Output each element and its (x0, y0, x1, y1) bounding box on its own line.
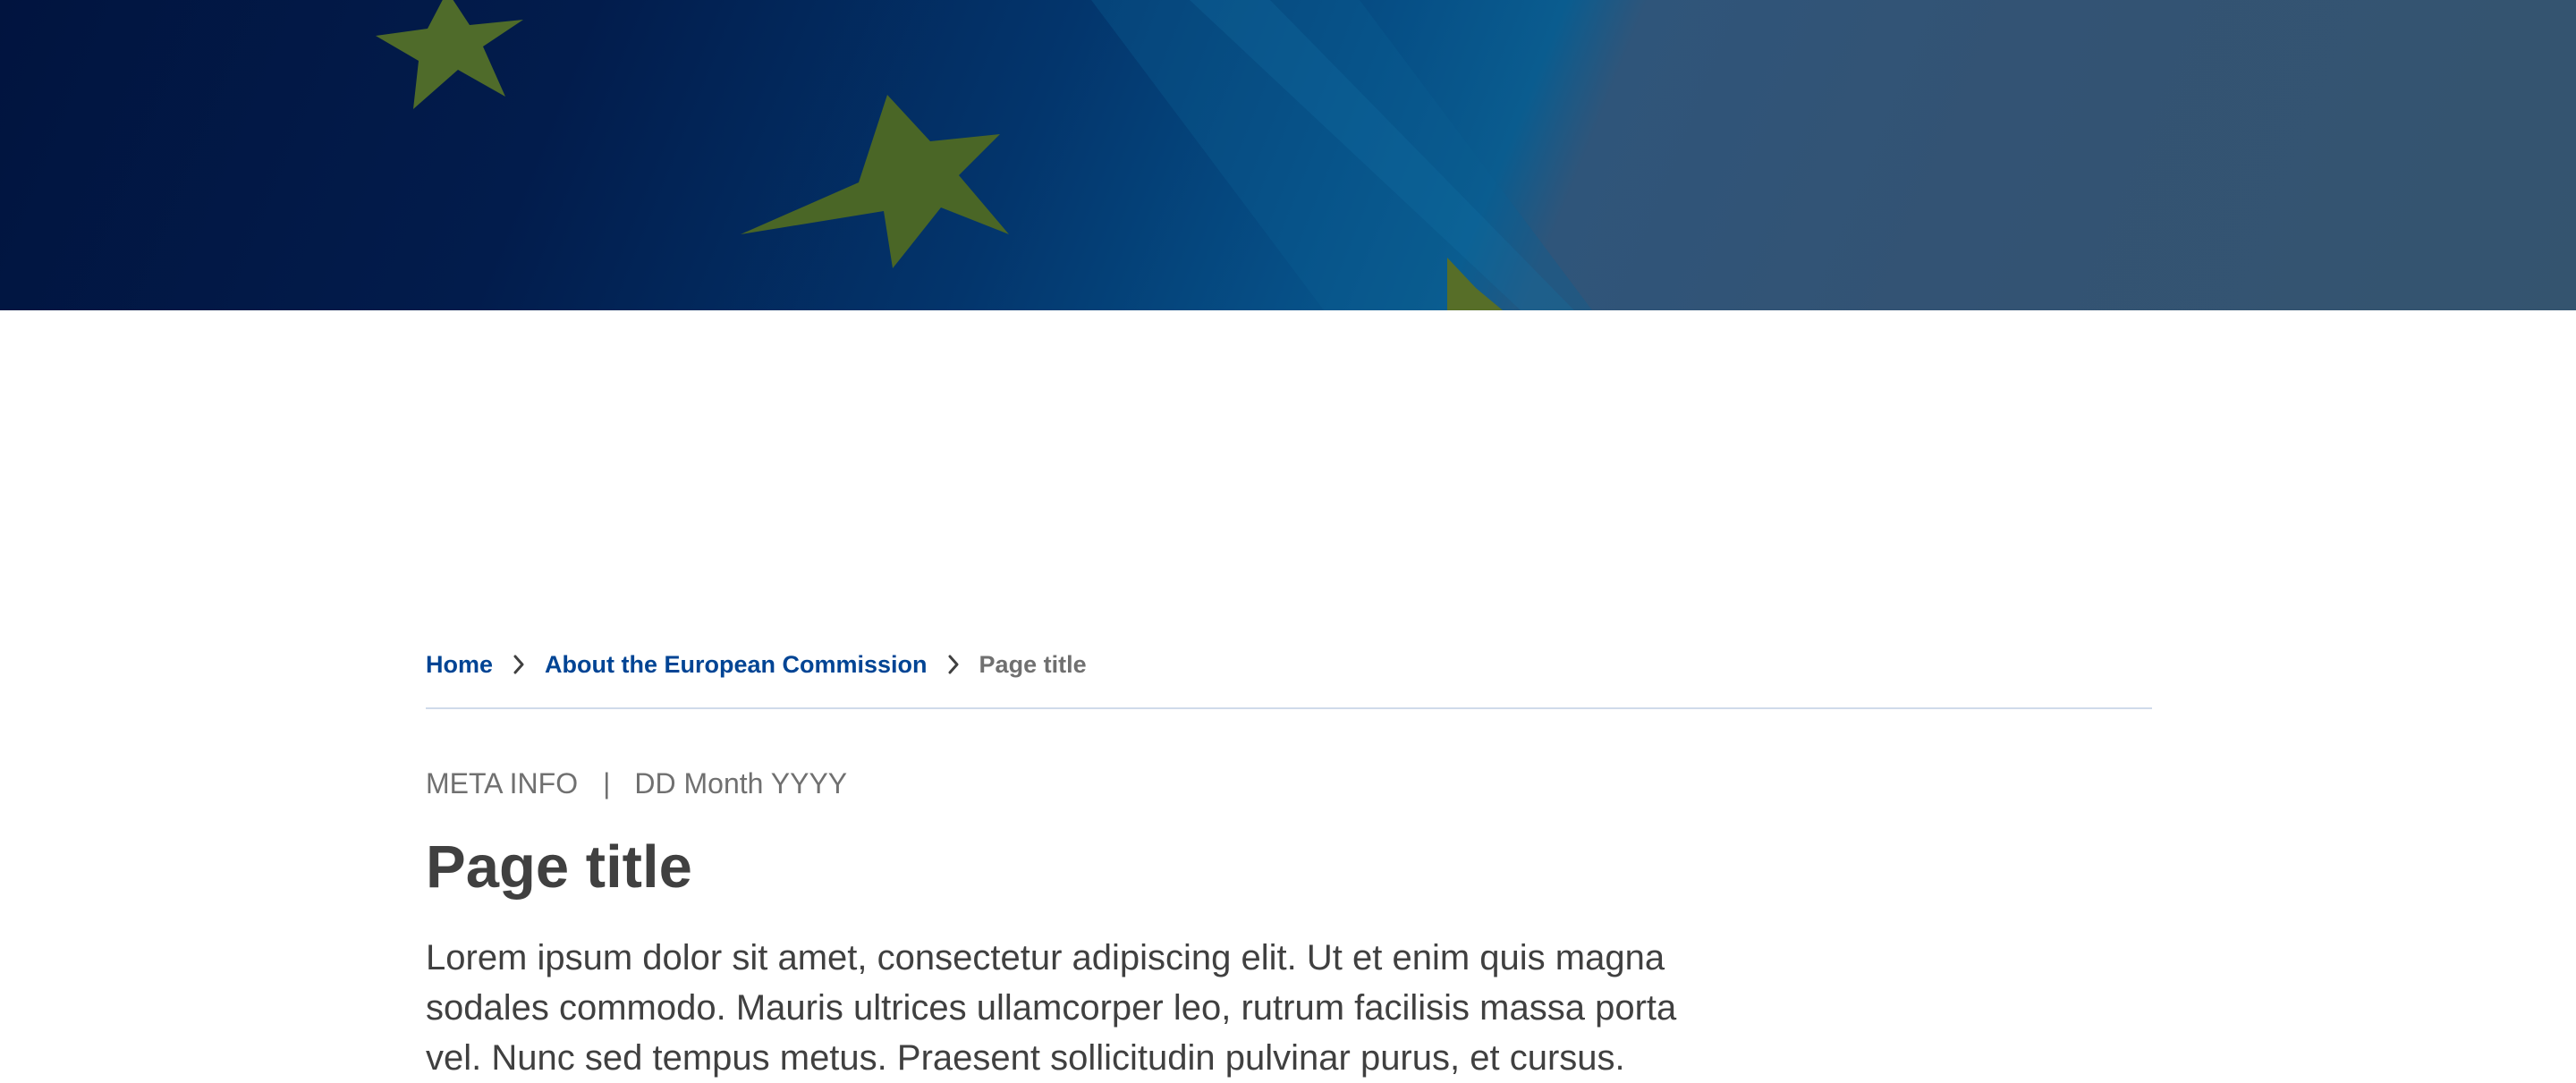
breadcrumb-divider (426, 707, 2152, 709)
chevron-right-icon (928, 648, 979, 681)
star-shape (741, 95, 1009, 268)
breadcrumb-current-page: Page title (979, 650, 1087, 678)
chevron-right-icon (493, 648, 545, 681)
breadcrumb: Home About the European Commission Page … (426, 648, 1087, 681)
page-meta: META INFO | DD Month YYYY (426, 767, 847, 800)
breadcrumb-home-link[interactable]: Home (426, 651, 493, 679)
breadcrumb-about-link[interactable]: About the European Commission (545, 651, 928, 679)
meta-separator: | (603, 767, 611, 800)
eu-flag-image (376, 0, 1592, 310)
star-shape (376, 0, 523, 109)
page-title: Page title (426, 833, 692, 901)
meta-type: META INFO (426, 767, 579, 800)
page-intro: Lorem ipsum dolor sit amet, consectetur … (426, 938, 1677, 1078)
meta-date: DD Month YYYY (634, 767, 848, 800)
hero-banner (0, 0, 2576, 310)
